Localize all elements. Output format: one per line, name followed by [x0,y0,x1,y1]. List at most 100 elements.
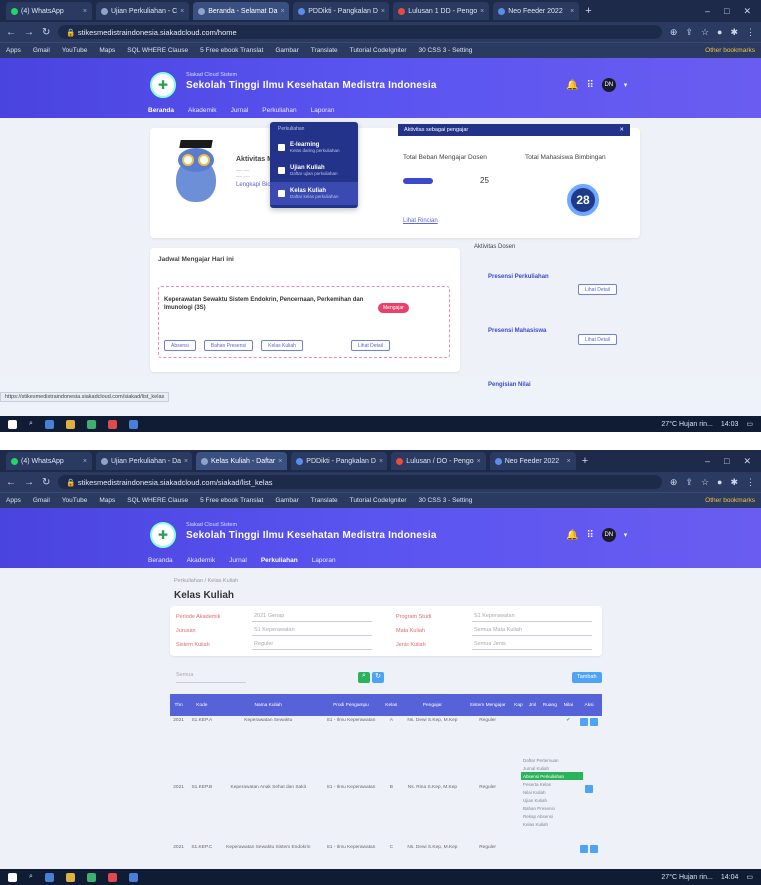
maximize-icon[interactable]: □ [724,456,729,467]
new-tab-icon[interactable]: + [582,455,588,467]
chrome-icon[interactable] [107,419,117,429]
menu-item-laporan[interactable]: Laporan [311,107,335,114]
weather-text[interactable]: 27°C Hujan rin... [661,874,712,881]
cell-nama[interactable]: Keperawatan Sewaktu Sistem Endokrin [216,842,321,871]
close-window-icon[interactable]: ✕ [743,6,751,17]
star-icon[interactable]: ☆ [701,477,709,488]
clock-text[interactable]: 14:04 [721,874,739,881]
taskbar-app-icon[interactable] [128,872,138,882]
apps-grid-icon[interactable]: ⠿ [586,530,593,541]
back-icon[interactable]: ← [6,477,16,488]
row-menu-item[interactable]: Nilai Kuliah [521,788,583,796]
menu-item-laporan[interactable]: Laporan [312,557,336,564]
notification-icon[interactable]: 🔔 [566,80,578,91]
row-menu-item[interactable]: Rekap Absensi [521,812,583,820]
institution-logo-icon[interactable]: ✚ [150,72,176,98]
taskbar-app-icon[interactable] [86,872,96,882]
dropdown-item-elearning[interactable]: E-learning Kelas daring perkuliahan [270,136,358,159]
institution-logo-icon[interactable]: ✚ [150,522,176,548]
browser-tab-whatsapp[interactable]: (4) WhatsApp × [6,2,92,20]
folder-icon[interactable] [65,419,75,429]
forward-icon[interactable]: → [24,27,34,38]
bookmark-item[interactable]: Gmail [33,47,50,54]
bookmark-item[interactable]: YouTube [62,497,88,504]
bookmark-item[interactable]: 30 CSS 3 - Setting [419,497,473,504]
search-icon[interactable]: ⌕ [29,873,33,881]
forward-icon[interactable]: → [24,477,34,488]
bookmark-item[interactable]: YouTube [62,47,88,54]
bookmark-item[interactable]: Translate [311,47,338,54]
menu-icon[interactable] [590,718,599,726]
jenis-select[interactable]: Semua Jenis [472,641,592,650]
chevron-down-icon[interactable]: ▾ [624,531,628,539]
taskbar-app-icon[interactable] [128,419,138,429]
lihat-detail-button[interactable]: Lihat Detail [350,340,390,351]
course-title[interactable]: Keperawatan Sewaktu Sistem Endokrin, Pen… [164,296,364,312]
menu-item-akademik[interactable]: Akademik [188,107,217,114]
close-window-icon[interactable]: ✕ [743,456,751,467]
weather-text[interactable]: 27°C Hujan rin... [661,421,712,428]
absensi-button[interactable]: Absensi [164,340,196,351]
bookmark-item[interactable]: Tutorial CodeIgniter [350,47,407,54]
notification-center-icon[interactable]: ▭ [746,873,753,881]
menu-item-perkuliahan[interactable]: Perkuliahan [261,557,298,564]
menu-icon[interactable]: ⋮ [746,477,755,488]
bookmark-item[interactable]: Maps [99,497,115,504]
menu-item-jurnal[interactable]: Jurnal [229,557,247,564]
cell-nama[interactable]: Keperawatan Anak Sehat dan Sakit [216,782,321,843]
dropdown-item-kelas[interactable]: Kelas Kuliah Daftar kelas perkuliahan [270,182,358,205]
edit-icon[interactable] [580,718,589,726]
url-field[interactable]: 🔒 stikesmedistraindonesia.siakadcloud.co… [58,475,662,489]
menu-icon[interactable]: ⋮ [746,27,755,38]
back-icon[interactable]: ← [6,27,16,38]
taskbar-app-icon[interactable] [44,419,54,429]
clock-text[interactable]: 14:03 [721,421,739,428]
search-icon[interactable]: ⌕ [358,672,370,683]
refresh-icon[interactable]: ↻ [372,672,384,683]
close-icon[interactable]: × [379,458,383,465]
avatar[interactable]: DN [601,78,616,92]
edit-icon[interactable] [585,784,594,793]
menu-item-jurnal[interactable]: Jurnal [231,107,249,114]
periode-select[interactable]: 2021 Genap [252,613,372,622]
zoom-icon[interactable]: ⊕ [670,477,678,488]
activity-detail-button[interactable]: Lihat Detail [578,334,618,345]
windows-start-icon[interactable] [8,419,17,429]
reload-icon[interactable]: ↻ [42,477,50,488]
bookmark-item[interactable]: Gambar [275,47,298,54]
bookmark-item[interactable]: Tutorial CodeIgniter [350,497,407,504]
search-icon[interactable]: ⌕ [29,420,33,428]
add-button[interactable]: Tambah [572,672,602,683]
search-input[interactable]: Semua [176,672,246,683]
puzzle-icon[interactable]: ✱ [730,477,738,488]
bookmark-item[interactable]: SQL WHERE Clause [127,47,188,54]
other-bookmarks[interactable]: Other bookmarks [705,497,755,504]
close-icon[interactable]: × [570,8,574,15]
close-icon[interactable]: × [477,458,481,465]
windows-start-icon[interactable] [8,872,17,882]
row-menu-item[interactable]: Ujian Kuliah [521,796,583,804]
bookmark-item[interactable]: Gambar [275,497,298,504]
share-icon[interactable]: ⇪ [685,27,693,38]
browser-tab-lulusan[interactable]: Lulusan / DO - Pengo × [391,452,486,470]
bookmark-item[interactable]: Apps [6,47,21,54]
browser-tab-lulusan[interactable]: Lulusan 1 DD - Pengo × [393,2,490,20]
dropdown-item-ujian[interactable]: Ujian Kuliah Daftar ujian perkuliahan [270,159,358,182]
row-menu-item[interactable]: Bahan Presensi [521,804,583,812]
bookmark-item[interactable]: Gmail [33,497,50,504]
close-icon[interactable]: × [480,8,484,15]
bookmark-item[interactable]: Translate [311,497,338,504]
browser-tab-pddikti[interactable]: PDDikti - Pangkalan D × [293,2,390,20]
other-bookmarks[interactable]: Other bookmarks [705,47,755,54]
menu-item-beranda[interactable]: Beranda [148,557,173,564]
bookmark-item[interactable]: Maps [99,47,115,54]
close-icon[interactable]: × [567,458,571,465]
cell-nama[interactable]: Keperawatan Sewaktu [216,716,321,783]
edit-icon[interactable] [580,844,589,853]
browser-tab-kelas[interactable]: Kelas Kuliah - Daftar × [196,452,288,470]
kelas-kuliah-button[interactable]: Kelas Kuliah [261,340,303,351]
close-icon[interactable]: × [184,458,188,465]
browser-tab-neofeeder[interactable]: Neo Feeder 2022 × [489,452,576,470]
avatar[interactable]: DN [601,528,616,542]
browser-tab-neofeeder[interactable]: Neo Feeder 2022 × [493,2,580,20]
